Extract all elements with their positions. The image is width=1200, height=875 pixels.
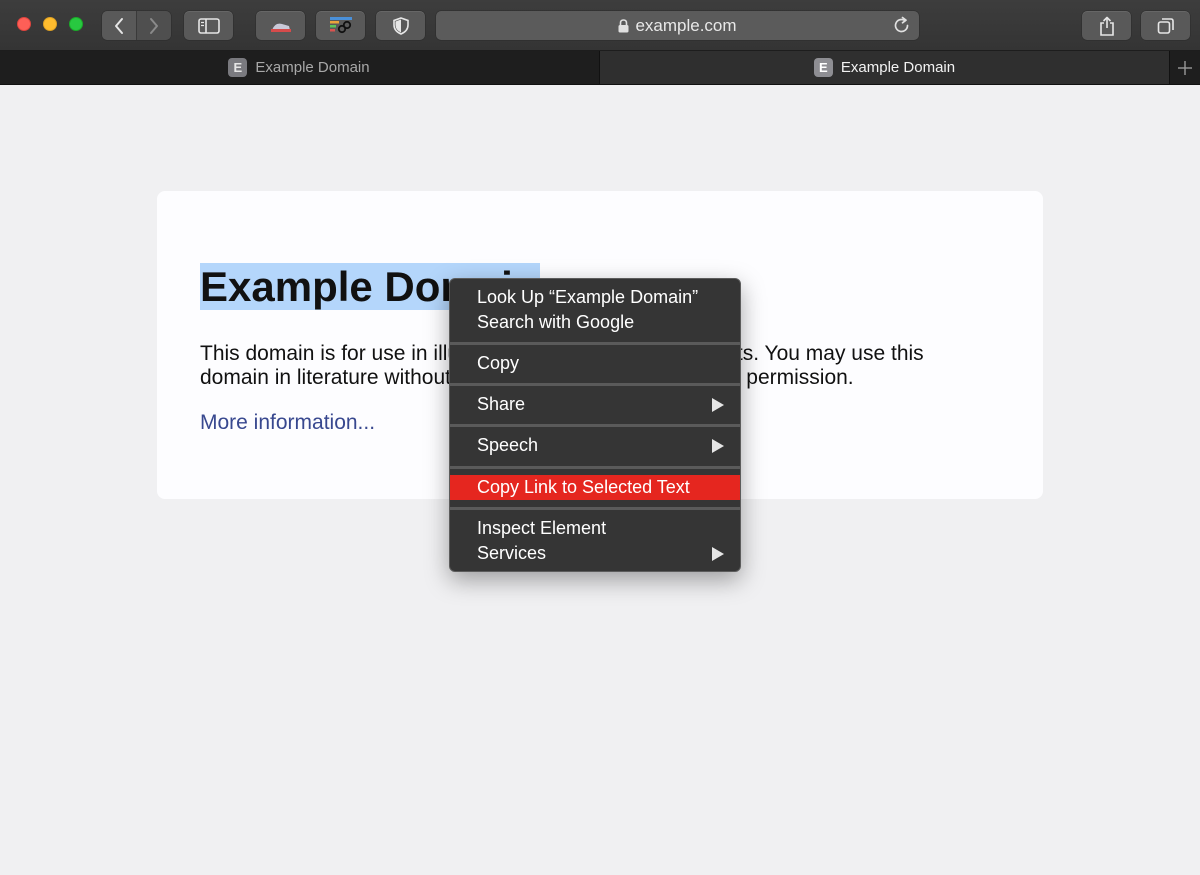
- more-information-link[interactable]: More information...: [200, 410, 375, 436]
- menu-item-inspect-element[interactable]: Inspect Element: [450, 516, 740, 541]
- back-button[interactable]: [102, 11, 136, 40]
- menu-item-speech[interactable]: Speech: [450, 433, 740, 458]
- favicon-icon: E: [228, 58, 248, 77]
- address-url: example.com: [635, 15, 737, 35]
- menu-item-copy[interactable]: Copy: [450, 351, 740, 376]
- menu-item-share[interactable]: Share: [450, 392, 740, 417]
- menu-separator: [450, 466, 740, 469]
- extension-icon: [270, 23, 291, 32]
- tab-example-domain-active[interactable]: E Example Domain: [599, 51, 1170, 84]
- zoom-window-button[interactable]: [69, 17, 83, 31]
- forward-button[interactable]: [136, 11, 171, 40]
- submenu-arrow-icon: [712, 439, 724, 453]
- share-button[interactable]: [1082, 11, 1131, 40]
- link-extension-icon: [329, 16, 352, 33]
- browser-toolbar: example.com: [0, 0, 1200, 51]
- lock-icon: [618, 18, 629, 32]
- sidebar-icon: [197, 17, 220, 34]
- menu-item-services[interactable]: Services: [450, 541, 740, 566]
- tab-overview-button[interactable]: [1141, 11, 1190, 40]
- menu-item-label: Look Up “Example Domain”: [477, 287, 699, 307]
- navigation-buttons: [102, 11, 171, 40]
- menu-item-search-with-google[interactable]: Search with Google: [450, 310, 740, 335]
- shield-icon: [392, 16, 409, 35]
- submenu-arrow-icon: [712, 398, 724, 412]
- menu-separator: [450, 383, 740, 386]
- reload-button[interactable]: [892, 16, 911, 40]
- menu-item-look-up[interactable]: Look Up “Example Domain”: [450, 285, 740, 310]
- menu-item-label: Speech: [477, 435, 539, 455]
- menu-item-label: Copy Link to Selected Text: [477, 477, 690, 497]
- menu-separator: [450, 424, 740, 427]
- plus-icon: [1177, 60, 1192, 75]
- tab-bar: E Example Domain E Example Domain: [0, 51, 1200, 85]
- extension-button[interactable]: [256, 11, 305, 40]
- menu-item-label: Copy: [477, 353, 520, 373]
- sidebar-button[interactable]: [184, 11, 233, 40]
- favicon-icon: E: [813, 58, 833, 77]
- submenu-arrow-icon: [712, 547, 724, 561]
- link-extension-button[interactable]: [316, 11, 365, 40]
- menu-item-label: Search with Google: [477, 312, 635, 332]
- share-icon: [1099, 16, 1114, 36]
- menu-item-label: Services: [477, 543, 547, 563]
- close-window-button[interactable]: [17, 17, 31, 31]
- new-tab-button[interactable]: [1169, 51, 1200, 84]
- context-menu: Look Up “Example Domain” Search with Goo…: [449, 278, 741, 572]
- reload-icon: [894, 16, 909, 33]
- chevron-left-icon: [115, 17, 123, 34]
- privacy-report-button[interactable]: [376, 11, 425, 40]
- menu-item-copy-link-to-selected-text[interactable]: Copy Link to Selected Text: [450, 475, 740, 500]
- menu-item-label: Share: [477, 394, 526, 414]
- chevron-right-icon: [150, 17, 158, 34]
- menu-separator: [450, 507, 740, 510]
- minimize-window-button[interactable]: [43, 17, 57, 31]
- tab-label: Example Domain: [255, 59, 370, 76]
- menu-separator: [450, 342, 740, 345]
- tab-overview-icon: [1157, 17, 1174, 34]
- tab-example-domain-inactive[interactable]: E Example Domain: [0, 51, 598, 84]
- address-bar[interactable]: example.com: [436, 11, 919, 40]
- menu-item-label: Inspect Element: [477, 518, 607, 538]
- tab-label: Example Domain: [840, 59, 956, 76]
